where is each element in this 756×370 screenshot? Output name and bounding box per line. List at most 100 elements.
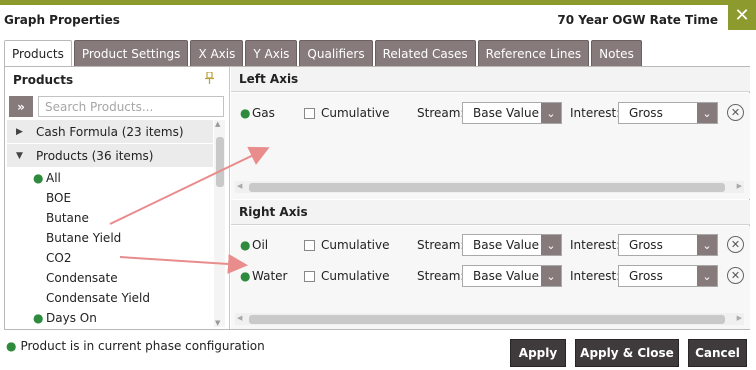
phase-dot-icon: ● — [240, 106, 251, 120]
title-accent-bar — [0, 0, 756, 5]
remove-icon[interactable]: ✕ — [727, 236, 744, 253]
tab-panel: Products » ▶ Cash Formula (23 items) ▼ P… — [4, 66, 750, 330]
cumulative-label: Cumulative — [321, 269, 390, 283]
scroll-right-icon[interactable]: ▶ — [737, 182, 742, 190]
tree-group-cash-formula[interactable]: ▶ Cash Formula (23 items) — [7, 120, 213, 143]
stream-select[interactable]: Base Value ⌄ — [462, 102, 562, 124]
list-item[interactable]: ● All — [7, 168, 213, 188]
tab-products[interactable]: Products — [4, 40, 72, 67]
phase-dot-icon: ● — [6, 339, 17, 353]
interest-value: Gross — [629, 238, 663, 252]
item-label: All — [46, 171, 61, 185]
row-product: Oil — [252, 238, 269, 252]
chevron-down-icon[interactable]: ⌄ — [541, 103, 561, 123]
phase-legend: ● Product is in current phase configurati… — [6, 339, 265, 353]
row-product: Water — [252, 269, 288, 283]
scrollbar-thumb[interactable] — [249, 315, 725, 324]
interest-select[interactable]: Gross ⌄ — [618, 102, 718, 124]
stream-label: Stream: — [417, 238, 465, 252]
dialog-subtitle: 70 Year OGW Rate Time — [557, 13, 718, 27]
scroll-right-icon[interactable]: ▶ — [737, 314, 742, 322]
cancel-button[interactable]: Cancel — [688, 339, 747, 367]
cumulative-checkbox[interactable] — [304, 271, 315, 282]
chevron-down-icon[interactable]: ⌄ — [541, 235, 561, 255]
caret-down-icon[interactable]: ▼ — [16, 151, 36, 161]
pin-icon[interactable] — [205, 71, 214, 87]
tree-group-products[interactable]: ▼ Products (36 items) — [7, 144, 213, 167]
legend-text: Product is in current phase configuratio… — [20, 339, 265, 353]
tab-qualifiers[interactable]: Qualifiers — [299, 40, 373, 66]
interest-value: Gross — [629, 106, 663, 120]
item-label: BOE — [46, 191, 72, 205]
cumulative-checkbox[interactable] — [304, 108, 315, 119]
stream-value: Base Value — [473, 269, 539, 283]
tab-reference-lines[interactable]: Reference Lines — [477, 40, 590, 66]
stream-value: Base Value — [473, 106, 539, 120]
stream-select[interactable]: Base Value ⌄ — [462, 265, 562, 287]
close-icon[interactable]: ✕ — [728, 0, 756, 30]
stream-label: Stream: — [417, 269, 465, 283]
scroll-left-icon[interactable]: ◀ — [237, 314, 242, 322]
tree-group-label: Products (36 items) — [36, 148, 154, 163]
item-label: CO2 — [46, 251, 72, 265]
products-heading: Products — [13, 73, 74, 87]
products-tree: ▶ Cash Formula (23 items) ▼ Products (36… — [7, 120, 213, 328]
phase-dot-icon: ● — [240, 269, 251, 283]
tree-scrollbar[interactable]: ▲ ▼ — [214, 120, 225, 327]
list-item[interactable]: CO2 — [7, 248, 213, 268]
apply-close-button[interactable]: Apply & Close — [575, 339, 679, 367]
axis-row-gas: ● Gas Cumulative Stream: Base Value ⌄ Int… — [231, 102, 750, 126]
tab-product-settings[interactable]: Product Settings — [73, 40, 189, 66]
scrollbar-thumb[interactable] — [216, 137, 224, 187]
interest-label: Interest: — [570, 269, 621, 283]
scroll-down-icon[interactable]: ▼ — [215, 319, 220, 327]
interest-label: Interest: — [570, 238, 621, 252]
cumulative-label: Cumulative — [321, 238, 390, 252]
list-item[interactable]: Condensate — [7, 268, 213, 288]
left-axis-scrollbar[interactable]: ◀ ▶ — [235, 181, 744, 193]
list-item[interactable]: Condensate Yield — [7, 288, 213, 308]
row-product: Gas — [252, 106, 275, 120]
remove-icon[interactable]: ✕ — [727, 267, 744, 284]
interest-select[interactable]: Gross ⌄ — [618, 265, 718, 287]
left-axis-panel: ● Gas Cumulative Stream: Base Value ⌄ Int… — [231, 93, 750, 199]
interest-select[interactable]: Gross ⌄ — [618, 234, 718, 256]
products-panel: Products » ▶ Cash Formula (23 items) ▼ P… — [5, 67, 230, 329]
caret-right-icon[interactable]: ▶ — [16, 127, 36, 137]
item-label: Condensate — [46, 271, 118, 285]
scroll-up-icon[interactable]: ▲ — [215, 120, 220, 128]
axis-row-water: ● Water Cumulative Stream: Base Value ⌄ I… — [231, 265, 750, 289]
right-axis-scrollbar[interactable]: ◀ ▶ — [235, 313, 744, 325]
scrollbar-thumb[interactable] — [249, 183, 725, 192]
chevron-down-icon[interactable]: ⌄ — [697, 103, 717, 123]
right-axis-heading: Right Axis — [231, 200, 750, 225]
interest-value: Gross — [629, 269, 663, 283]
remove-icon[interactable]: ✕ — [727, 104, 744, 121]
tab-notes[interactable]: Notes — [591, 40, 642, 66]
phase-dot-icon: ● — [33, 311, 44, 325]
search-products-input[interactable] — [38, 96, 224, 117]
left-axis-heading: Left Axis — [231, 67, 750, 92]
cumulative-label: Cumulative — [321, 106, 390, 120]
stream-value: Base Value — [473, 238, 539, 252]
list-item[interactable]: Butane — [7, 208, 213, 228]
tab-bar: Products Product Settings X Axis Y Axis … — [4, 40, 644, 67]
chevron-down-icon[interactable]: ⌄ — [541, 266, 561, 286]
item-label: Butane Yield — [46, 231, 122, 245]
chevron-down-icon[interactable]: ⌄ — [697, 235, 717, 255]
scroll-left-icon[interactable]: ◀ — [237, 182, 242, 190]
list-item[interactable]: BOE — [7, 188, 213, 208]
dialog-title: Graph Properties — [4, 13, 120, 27]
item-label: Condensate Yield — [46, 291, 151, 305]
apply-button[interactable]: Apply — [510, 339, 566, 367]
double-chevron-right-icon[interactable]: » — [9, 96, 33, 117]
chevron-down-icon[interactable]: ⌄ — [697, 266, 717, 286]
stream-select[interactable]: Base Value ⌄ — [462, 234, 562, 256]
tab-related-cases[interactable]: Related Cases — [374, 40, 476, 66]
tab-x-axis[interactable]: X Axis — [190, 40, 244, 66]
tab-y-axis[interactable]: Y Axis — [245, 40, 298, 66]
cumulative-checkbox[interactable] — [304, 240, 315, 251]
interest-label: Interest: — [570, 106, 621, 120]
list-item[interactable]: Butane Yield — [7, 228, 213, 248]
list-item[interactable]: ● Days On — [7, 308, 213, 328]
